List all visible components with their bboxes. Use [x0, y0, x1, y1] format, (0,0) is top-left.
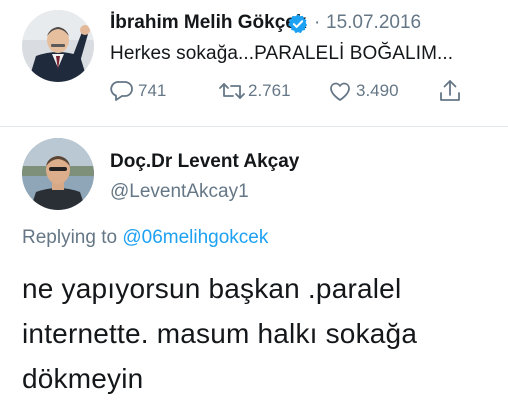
like-button[interactable]: 3.490 [328, 80, 399, 102]
reply-button[interactable]: 741 [110, 80, 166, 102]
heart-icon [330, 82, 350, 101]
avatar-photo-icon [22, 138, 94, 210]
reply-text-line: dökmeyin [22, 363, 144, 394]
reply-icon [110, 81, 133, 101]
meta-separator: · [314, 12, 321, 33]
reply-count: 741 [138, 81, 167, 100]
tweet-divider [0, 126, 508, 127]
reply-author-name[interactable]: Doç.Dr Levent Akçay [110, 151, 299, 173]
avatar-photo-icon [22, 10, 94, 82]
replying-to-prefix: Replying to [22, 227, 118, 248]
tweet-date[interactable]: 15.07.2016 [326, 12, 421, 34]
replying-to-mention[interactable]: @06melihgokcek [122, 227, 268, 248]
reply-author-avatar[interactable] [22, 138, 94, 210]
author-avatar[interactable] [22, 10, 94, 82]
like-count: 3.490 [356, 81, 399, 100]
replying-to-line: Replying to @06melihgokcek [22, 227, 268, 249]
author-name[interactable]: İbrahim Melih Gökçek [110, 12, 306, 34]
verified-badge-icon [288, 14, 308, 34]
retweet-count: 2.761 [248, 81, 291, 100]
tweet-text: Herkes sokağa...PARALELİ BOĞALIM... [110, 43, 454, 64]
retweet-icon [219, 83, 245, 99]
reply-text-line: internette. masum halkı sokağa [22, 318, 418, 349]
retweet-button[interactable]: 2.761 [218, 80, 291, 102]
share-icon [440, 80, 460, 101]
reply-tweet-text: ne yapıyorsun başkan .paralel internette… [22, 266, 492, 401]
share-button[interactable] [438, 78, 462, 104]
reply-text-line: ne yapıyorsun başkan .paralel [22, 273, 402, 304]
reply-author-handle[interactable]: @LeventAkcay1 [110, 181, 249, 203]
